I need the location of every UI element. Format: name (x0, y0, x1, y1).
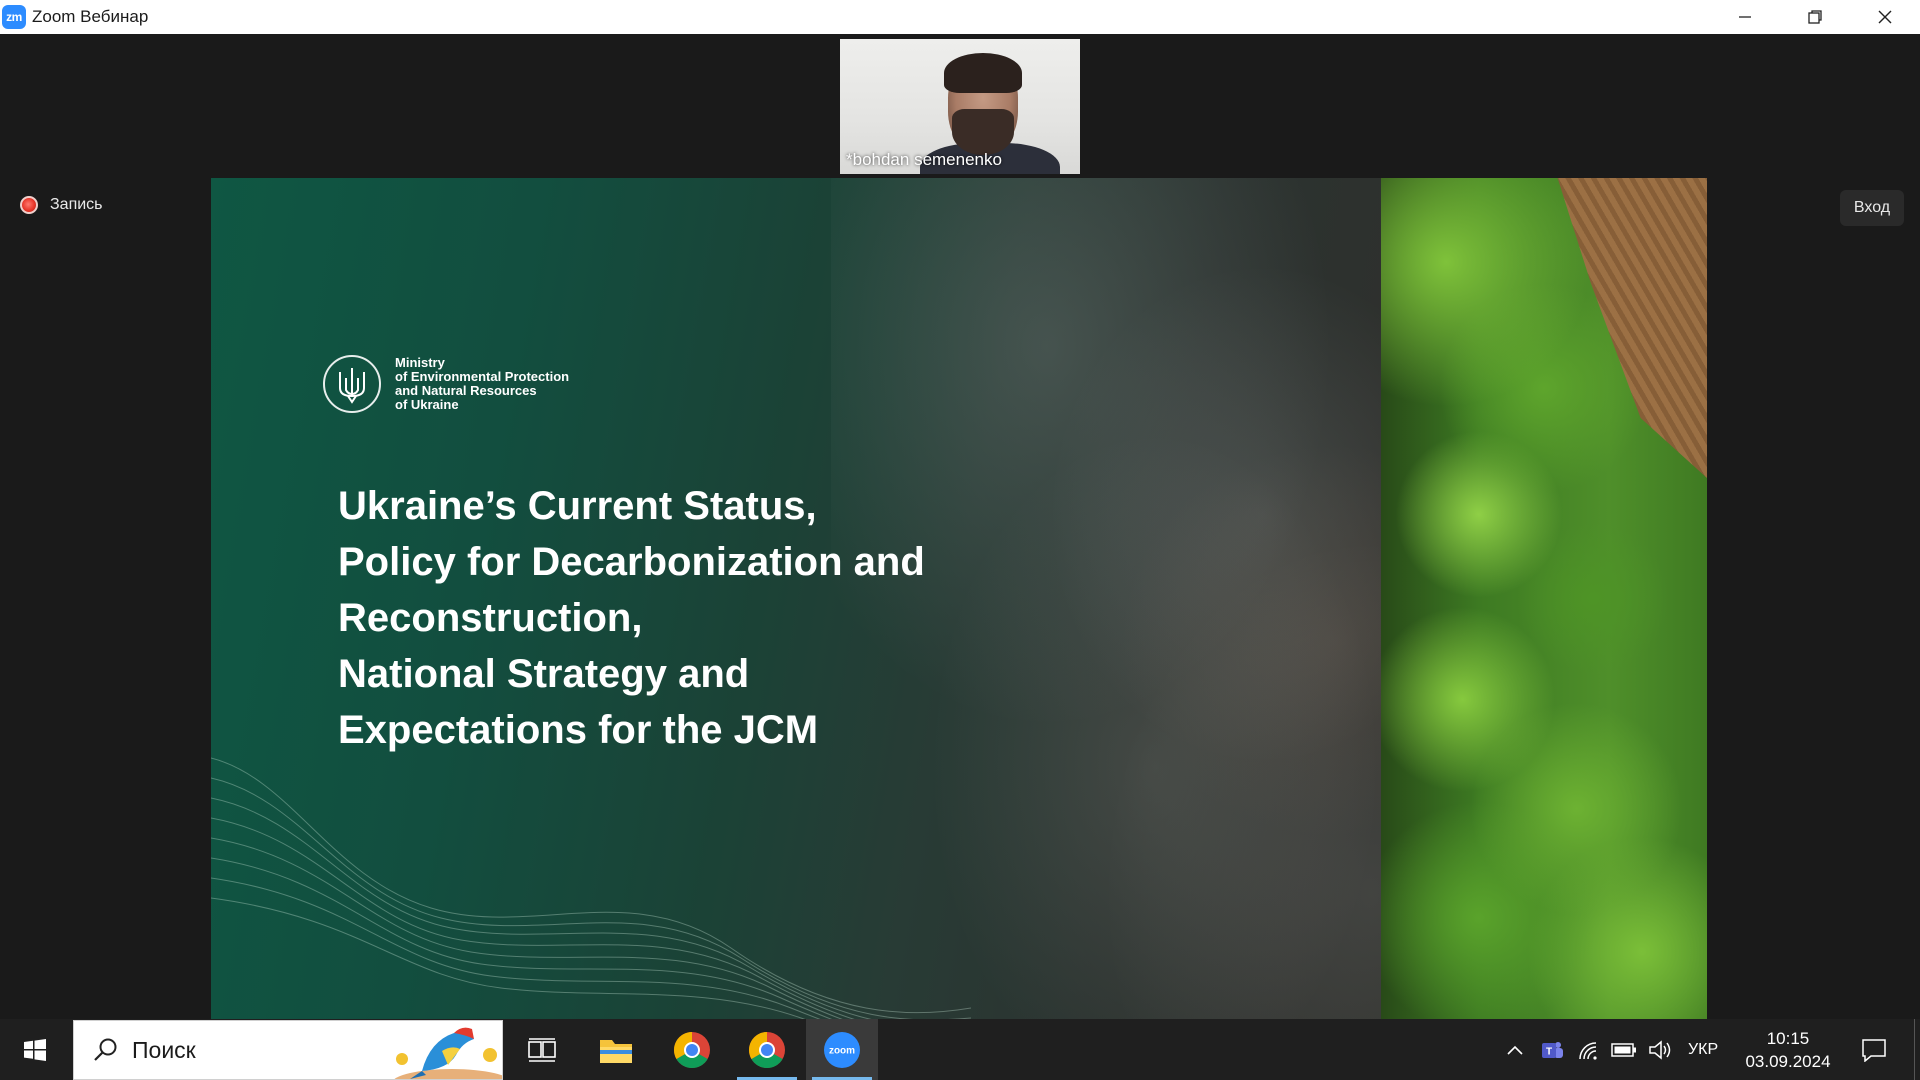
close-icon (1878, 10, 1892, 24)
login-button[interactable]: Вход (1840, 190, 1904, 226)
close-button[interactable] (1850, 0, 1920, 34)
record-dot-icon (20, 196, 38, 214)
decorative-wave-lines (211, 757, 971, 1019)
battery-tray-button[interactable] (1608, 1019, 1640, 1080)
volume-tray-button[interactable] (1644, 1019, 1676, 1080)
chevron-up-icon (1507, 1045, 1523, 1055)
windows-logo-icon (24, 1038, 46, 1061)
ministry-name: Ministry of Environmental Protection and… (395, 356, 569, 412)
ministry-line: of Ukraine (395, 397, 459, 412)
file-explorer-icon (600, 1039, 632, 1063)
svg-text:zoom: zoom (829, 1045, 855, 1056)
ministry-line: of Environmental Protection (395, 369, 570, 384)
show-hidden-icons-button[interactable] (1500, 1019, 1530, 1080)
chrome-button[interactable] (656, 1019, 728, 1080)
clock-time: 10:15 (1766, 1029, 1810, 1048)
slide-title-line: Expectations for the JCM (338, 708, 819, 752)
show-desktop-button[interactable] (1914, 1019, 1920, 1080)
title-bar: zm Zoom Вебинар (0, 0, 1920, 34)
input-language-indicator[interactable]: УКР (1688, 1019, 1718, 1080)
restore-button[interactable] (1780, 0, 1850, 34)
battery-icon (1611, 1042, 1636, 1057)
chrome-button-active[interactable] (731, 1019, 803, 1080)
slide-title-line: Reconstruction, (338, 596, 643, 640)
search-icon (90, 1034, 122, 1066)
participant-video-hair (944, 53, 1022, 93)
taskbar-clock[interactable]: 10:15 03.09.2024 (1738, 1027, 1838, 1073)
chrome-icon (748, 1031, 785, 1068)
speaker-icon (1649, 1039, 1671, 1060)
recording-label: Запись (50, 196, 103, 213)
start-button[interactable] (0, 1019, 70, 1080)
clock-date: 03.09.2024 (1745, 1052, 1831, 1071)
participant-name-label: *bohdan semenenko (846, 150, 1002, 169)
participant-video-beard (952, 109, 1014, 155)
teams-icon: T (1542, 1041, 1563, 1058)
meeting-stage: *bohdan semenenko Запись Вход Ministry o… (0, 34, 1920, 1019)
slide-title-line: National Strategy and (338, 652, 750, 696)
svg-text:T: T (1546, 1046, 1552, 1057)
file-explorer-button[interactable] (580, 1019, 652, 1080)
recording-indicator[interactable]: Запись (20, 196, 103, 214)
chrome-icon (673, 1031, 710, 1068)
ministry-line: and Natural Resources (395, 383, 537, 398)
shared-screen-slide: Ministry of Environmental Protection and… (211, 178, 1707, 1019)
search-highlight-parrot-icon (394, 1027, 502, 1079)
window-title: Zoom Вебинар (32, 7, 149, 26)
task-view-button[interactable] (506, 1019, 578, 1080)
action-center-button[interactable] (1846, 1019, 1902, 1080)
zoom-app-icon: zm (2, 5, 26, 29)
network-tray-button[interactable] (1572, 1019, 1604, 1080)
ministry-logo: Ministry of Environmental Protection and… (323, 355, 569, 413)
notification-icon (1862, 1038, 1886, 1062)
zoom-icon: zoom (824, 1031, 860, 1068)
slide-title-line: Ukraine’s Current Status, (338, 484, 817, 528)
participant-video-tile[interactable]: *bohdan semenenko (840, 39, 1080, 174)
zoom-taskbar-button[interactable]: zoom (806, 1019, 878, 1080)
ministry-line: Ministry (395, 355, 445, 370)
search-placeholder: Поиск (132, 1036, 196, 1063)
trident-emblem-icon (323, 355, 381, 413)
slide-title: Ukraine’s Current Status, Policy for Dec… (338, 478, 1098, 758)
restore-icon (1808, 10, 1822, 24)
slide-title-line: Policy for Decarbonization and (338, 540, 925, 584)
window-controls (1710, 0, 1920, 34)
minimize-icon (1739, 16, 1751, 18)
windows-taskbar: Поиск zoom T УКР 10:15 03.09.2024 (0, 1019, 1920, 1080)
teams-tray-button[interactable]: T (1536, 1019, 1568, 1080)
minimize-button[interactable] (1710, 0, 1780, 34)
wifi-icon (1579, 1041, 1597, 1060)
taskbar-search-box[interactable]: Поиск (73, 1020, 503, 1080)
task-view-icon (528, 1037, 556, 1062)
